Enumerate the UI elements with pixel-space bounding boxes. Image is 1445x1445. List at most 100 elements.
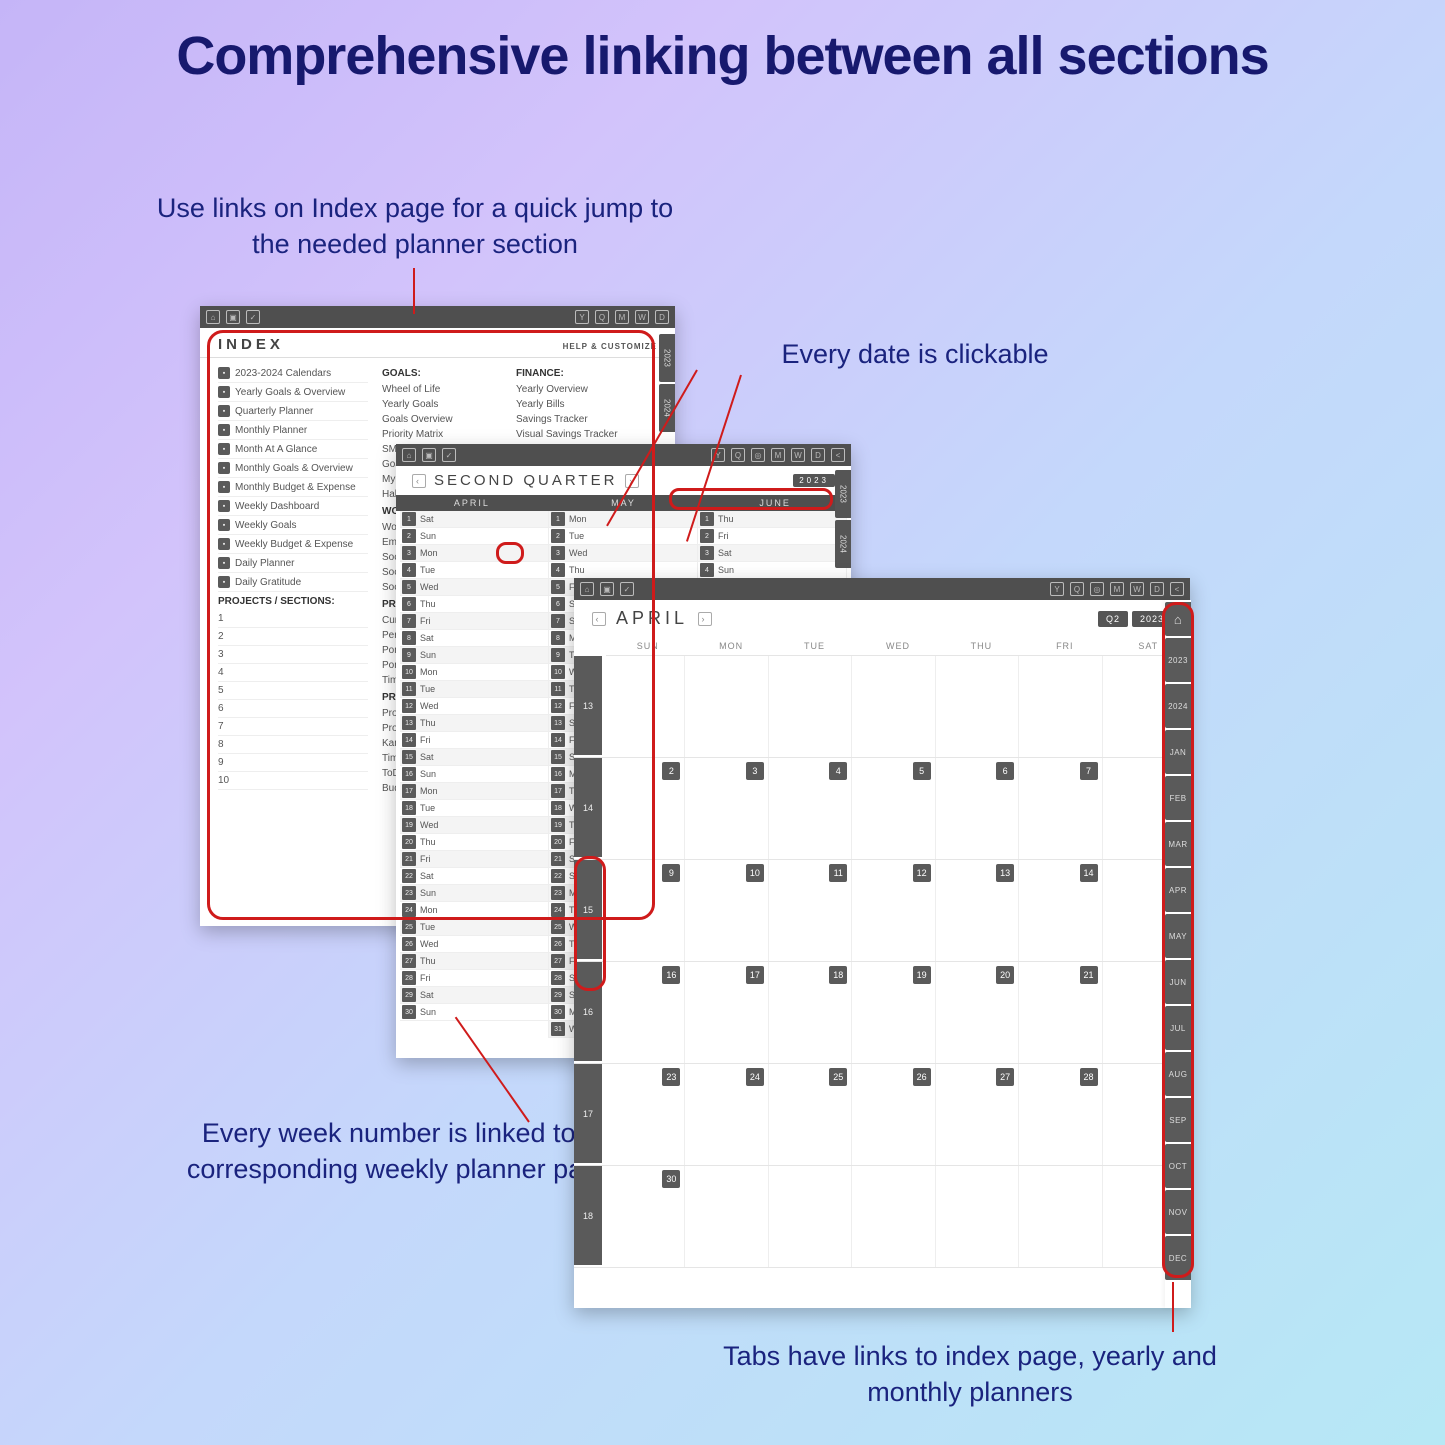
- index-link[interactable]: Wheel of Life: [382, 382, 502, 397]
- month-tab[interactable]: OCT: [1165, 1144, 1191, 1188]
- date-row[interactable]: 23Sun: [400, 885, 548, 902]
- month-tab[interactable]: JUL: [1165, 1006, 1191, 1050]
- date-row[interactable]: 4Tue: [400, 562, 548, 579]
- date-row[interactable]: 1Sat: [400, 511, 548, 528]
- date-row[interactable]: 13Thu: [400, 715, 548, 732]
- help-link[interactable]: HELP & CUSTOMIZE: [563, 342, 657, 351]
- day-cell[interactable]: 9: [602, 860, 685, 961]
- home-icon[interactable]: ⌂: [402, 448, 416, 462]
- date-row[interactable]: 3Wed: [549, 545, 697, 562]
- nav-icon[interactable]: ▣: [226, 310, 240, 324]
- y-icon[interactable]: Y: [1050, 582, 1064, 596]
- date-row[interactable]: 12Wed: [400, 698, 548, 715]
- day-cell[interactable]: 19: [852, 962, 935, 1063]
- index-link[interactable]: ▪Weekly Goals: [218, 516, 368, 535]
- month-header[interactable]: JUNE: [699, 495, 851, 511]
- day-cell[interactable]: 28: [1019, 1064, 1102, 1165]
- day-cell[interactable]: 11: [769, 860, 852, 961]
- day-cell[interactable]: 25: [769, 1064, 852, 1165]
- day-cell[interactable]: 13: [936, 860, 1019, 961]
- week-number[interactable]: 14: [574, 758, 602, 859]
- month-tab[interactable]: JAN: [1165, 730, 1191, 774]
- date-row[interactable]: 6Thu: [400, 596, 548, 613]
- date-row[interactable]: 2Tue: [549, 528, 697, 545]
- next-button[interactable]: ›: [698, 612, 712, 626]
- year-pill[interactable]: 2023: [793, 474, 835, 487]
- date-row[interactable]: 10Mon: [400, 664, 548, 681]
- index-link[interactable]: Savings Tracker: [516, 412, 657, 427]
- date-row[interactable]: 14Fri: [400, 732, 548, 749]
- week-number[interactable]: 17: [574, 1064, 602, 1165]
- day-cell[interactable]: 16: [602, 962, 685, 1063]
- date-row[interactable]: 11Tue: [400, 681, 548, 698]
- d-icon[interactable]: D: [811, 448, 825, 462]
- nav-icon[interactable]: ▣: [422, 448, 436, 462]
- date-row[interactable]: 19Wed: [400, 817, 548, 834]
- index-link[interactable]: Yearly Overview: [516, 382, 657, 397]
- g-icon[interactable]: ◎: [1090, 582, 1104, 596]
- week-number[interactable]: 18: [574, 1166, 602, 1267]
- month-tab[interactable]: FEB: [1165, 776, 1191, 820]
- check-icon[interactable]: ✓: [246, 310, 260, 324]
- project-slot[interactable]: 8: [218, 736, 368, 754]
- month-tab[interactable]: MAR: [1165, 822, 1191, 866]
- day-cell[interactable]: 18: [769, 962, 852, 1063]
- date-row[interactable]: 1Thu: [698, 511, 846, 528]
- index-link[interactable]: ▪Month At A Glance: [218, 440, 368, 459]
- index-link[interactable]: ▪Yearly Goals & Overview: [218, 383, 368, 402]
- prev-button[interactable]: ‹: [412, 474, 426, 488]
- day-cell[interactable]: 27: [936, 1064, 1019, 1165]
- index-link[interactable]: ▪Daily Planner: [218, 554, 368, 573]
- date-row[interactable]: 2Fri: [698, 528, 846, 545]
- m-icon[interactable]: M: [615, 310, 629, 324]
- date-row[interactable]: 18Tue: [400, 800, 548, 817]
- project-slot[interactable]: 6: [218, 700, 368, 718]
- day-cell[interactable]: 23: [602, 1064, 685, 1165]
- month-tab[interactable]: APR: [1165, 868, 1191, 912]
- date-row[interactable]: 25Tue: [400, 919, 548, 936]
- project-slot[interactable]: 4: [218, 664, 368, 682]
- index-link[interactable]: ▪Weekly Budget & Expense: [218, 535, 368, 554]
- month-tab[interactable]: SEP: [1165, 1098, 1191, 1142]
- day-cell[interactable]: 24: [685, 1064, 768, 1165]
- week-number[interactable]: 16: [574, 962, 602, 1063]
- date-row[interactable]: 3Mon: [400, 545, 548, 562]
- date-row[interactable]: 29Sat: [400, 987, 548, 1004]
- date-row[interactable]: 9Sun: [400, 647, 548, 664]
- month-tab[interactable]: JUN: [1165, 960, 1191, 1004]
- date-row[interactable]: 15Sat: [400, 749, 548, 766]
- date-row[interactable]: 22Sat: [400, 868, 548, 885]
- check-icon[interactable]: ✓: [442, 448, 456, 462]
- date-row[interactable]: 28Fri: [400, 970, 548, 987]
- y-icon[interactable]: Y: [575, 310, 589, 324]
- d-icon[interactable]: D: [655, 310, 669, 324]
- year-tab[interactable]: 2024: [1165, 684, 1191, 728]
- date-row[interactable]: 4Sun: [698, 562, 846, 579]
- prev-button[interactable]: ‹: [592, 612, 606, 626]
- project-slot[interactable]: 5: [218, 682, 368, 700]
- date-row[interactable]: 20Thu: [400, 834, 548, 851]
- project-slot[interactable]: 1: [218, 610, 368, 628]
- year-tab[interactable]: 2023: [835, 470, 851, 518]
- index-link[interactable]: ▪Daily Gratitude: [218, 573, 368, 592]
- index-link[interactable]: Priority Matrix: [382, 427, 502, 442]
- day-cell[interactable]: 20: [936, 962, 1019, 1063]
- day-cell[interactable]: 7: [1019, 758, 1102, 859]
- date-row[interactable]: 7Fri: [400, 613, 548, 630]
- back-icon[interactable]: <: [831, 448, 845, 462]
- date-row[interactable]: 17Mon: [400, 783, 548, 800]
- back-icon[interactable]: <: [1170, 582, 1184, 596]
- day-cell[interactable]: 26: [852, 1064, 935, 1165]
- day-cell[interactable]: 30: [602, 1166, 685, 1267]
- day-cell[interactable]: 4: [769, 758, 852, 859]
- date-row[interactable]: 1Mon: [549, 511, 697, 528]
- month-tab[interactable]: DEC: [1165, 1236, 1191, 1280]
- home-tab[interactable]: ⌂: [1165, 602, 1191, 636]
- home-icon[interactable]: ⌂: [206, 310, 220, 324]
- project-slot[interactable]: 2: [218, 628, 368, 646]
- index-link[interactable]: ▪Weekly Dashboard: [218, 497, 368, 516]
- date-row[interactable]: 5Wed: [400, 579, 548, 596]
- day-cell[interactable]: 14: [1019, 860, 1102, 961]
- date-row[interactable]: 30Sun: [400, 1004, 548, 1021]
- month-tab[interactable]: AUG: [1165, 1052, 1191, 1096]
